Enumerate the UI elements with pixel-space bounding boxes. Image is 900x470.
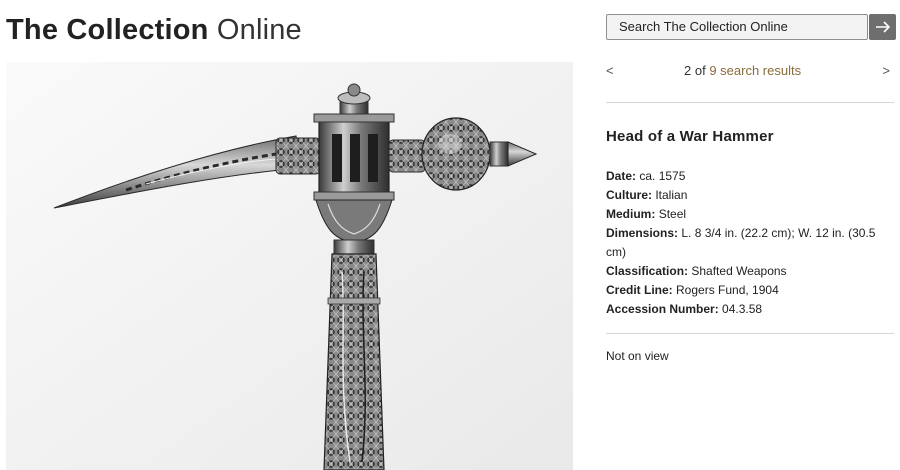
divider [606,333,894,334]
fact-label: Accession Number: [606,302,719,316]
fact-label: Credit Line: [606,283,673,297]
result-current: 2 [684,63,692,78]
fact-label: Culture: [606,188,652,202]
on-view-status: Not on view [606,349,669,363]
fact-row: Medium: Steel [606,205,896,224]
fact-value: Shafted Weapons [691,264,787,278]
result-position: 2 of 9 search results [684,63,801,78]
fact-row: Classification: Shafted Weapons [606,262,896,281]
object-facts: Date: ca. 1575 Culture: Italian Medium: … [606,167,896,319]
fact-value: Italian [655,188,688,202]
object-title: Head of a War Hammer [606,128,774,145]
fact-row: Credit Line: Rogers Fund, 1904 [606,281,896,300]
fact-value: Steel [658,207,687,221]
fact-label: Dimensions: [606,226,679,240]
fact-label: Medium: [606,207,656,221]
previous-result-button[interactable]: < [606,63,614,78]
arrow-right-icon [875,21,890,33]
fact-row: Culture: Italian [606,186,896,205]
fact-value: ca. 1575 [639,169,686,183]
fact-row: Date: ca. 1575 [606,167,896,186]
fact-row: Dimensions: L. 8 3/4 in. (22.2 cm); W. 1… [606,224,896,262]
site-title-bold: The Collection [6,14,209,46]
war-hammer-image [6,62,573,470]
fact-value: 04.3.58 [722,302,763,316]
search-placeholder: Search The Collection Online [619,19,788,34]
site-title[interactable]: The Collection Online [6,12,302,48]
next-result-button[interactable]: > [882,63,890,78]
search-results-pager: < 2 of 9 search results > [606,63,894,81]
fact-row: Accession Number: 04.3.58 [606,300,896,319]
site-title-light: Online [216,14,302,46]
divider [606,102,894,103]
fact-label: Date: [606,169,637,183]
result-of: of [694,63,706,78]
search-submit-button[interactable] [869,14,896,40]
search-results-link[interactable]: 9 search results [709,63,801,78]
search-input[interactable]: Search The Collection Online [606,14,868,40]
fact-label: Classification: [606,264,689,278]
fact-value: Rogers Fund, 1904 [676,283,779,297]
object-image[interactable] [6,62,573,470]
